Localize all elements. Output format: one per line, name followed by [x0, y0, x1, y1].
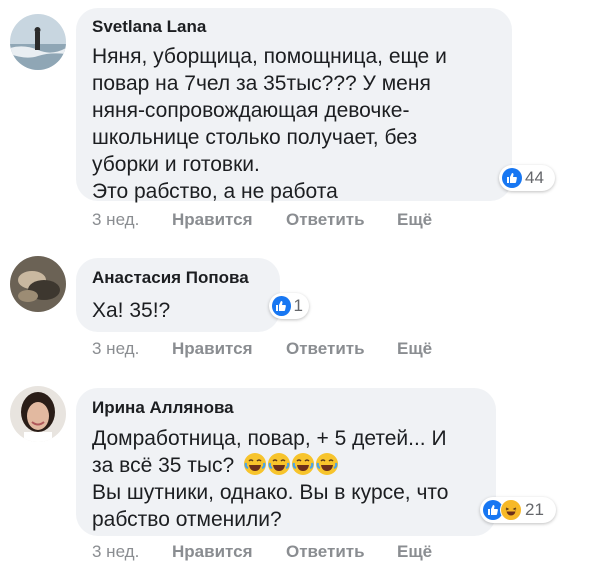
tears-of-joy-emoji [292, 453, 315, 475]
emoji-group [244, 453, 340, 477]
comment-text-line2: за всё 35 тыс? [92, 452, 340, 479]
comment-author[interactable]: Svetlana Lana [92, 17, 206, 37]
comment-author[interactable]: Анастасия Попова [92, 268, 249, 288]
comment-author[interactable]: Ирина Аллянова [92, 398, 234, 418]
like-icon [502, 168, 522, 188]
reaction-count: 21 [525, 500, 544, 519]
avatar[interactable] [10, 14, 66, 70]
like-icon [272, 296, 291, 316]
comment-text-fragment: за всё 35 тыс? [92, 454, 235, 477]
reply-button[interactable]: Ответить [286, 210, 365, 230]
more-button[interactable]: Ещё [397, 339, 432, 359]
comment-text-rest: Вы шутники, однако. Вы в курсе, что рабс… [92, 481, 449, 531]
more-button[interactable]: Ещё [397, 542, 432, 562]
reply-button[interactable]: Ответить [286, 542, 365, 562]
tears-of-joy-emoji [268, 453, 291, 475]
reaction-count: 44 [525, 168, 544, 187]
like-button[interactable]: Нравится [172, 210, 253, 230]
comment-text-line1: Домработница, повар, + 5 детей... И [92, 427, 447, 450]
reaction-summary[interactable]: 44 [499, 165, 555, 191]
haha-icon [500, 499, 522, 521]
comment-text: Няня, уборщица, помощница, еще и повар н… [92, 45, 447, 203]
more-button[interactable]: Ещё [397, 210, 432, 230]
reply-button[interactable]: Ответить [286, 339, 365, 359]
tears-of-joy-emoji [244, 453, 267, 475]
comment-text: Ха! 35!? [92, 299, 171, 322]
comment-time[interactable]: 3 нед. [92, 210, 139, 230]
comment-actions: 3 нед. Нравится Ответить Ещё [92, 339, 492, 361]
comment-time[interactable]: 3 нед. [92, 542, 139, 562]
like-button[interactable]: Нравится [172, 542, 253, 562]
comment-time[interactable]: 3 нед. [92, 339, 139, 359]
tears-of-joy-emoji [316, 453, 339, 475]
comment-actions: 3 нед. Нравится Ответить Ещё [92, 542, 492, 564]
reaction-summary[interactable]: 1 [269, 293, 309, 319]
reaction-count: 1 [293, 296, 303, 315]
reaction-summary[interactable]: 21 [480, 497, 556, 523]
avatar[interactable] [10, 386, 66, 442]
comment-actions: 3 нед. Нравится Ответить Ещё [92, 210, 492, 232]
like-button[interactable]: Нравится [172, 339, 253, 359]
avatar[interactable] [10, 256, 66, 312]
